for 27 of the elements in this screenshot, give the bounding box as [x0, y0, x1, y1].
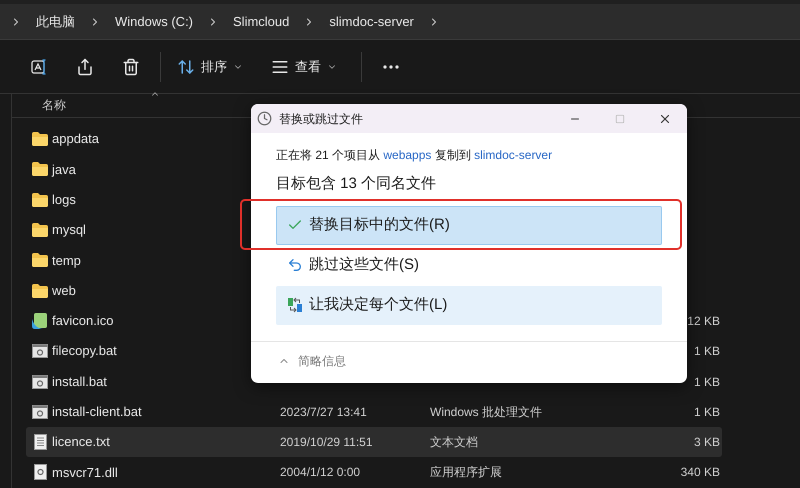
file-name: temp	[52, 252, 82, 270]
size-cell-text: 3 KB	[692, 434, 720, 452]
file-name: appdata	[52, 130, 100, 148]
date-cell-text: 2004/1/12 0:00	[280, 464, 362, 482]
file-name: mysql	[52, 221, 87, 240]
size-cell-text: 12 KB	[686, 312, 720, 330]
file-name: java	[52, 160, 77, 179]
copy-status-text: 正在将 21 个项目从 webapps 复制到 slimdoc-server	[276, 147, 554, 164]
type-cell-text: 应用程序扩展	[430, 464, 503, 482]
dialog-title: 替换或跳过文件	[279, 110, 364, 128]
file-name: web	[52, 282, 77, 300]
file-name: filecopy.bat	[52, 342, 118, 360]
date-cell-text: 2023/7/27 13:41	[280, 404, 368, 421]
conflict-heading: 目标包含 13 个同名文件	[276, 174, 438, 194]
size-cell-text: 1 KB	[692, 374, 720, 391]
file-name: favicon.ico	[52, 312, 114, 330]
type-cell-text: Windows 批处理文件	[430, 404, 544, 421]
file-name: msvcr71.dll	[52, 464, 119, 482]
size-cell-text: 1 KB	[692, 343, 720, 360]
file-name: licence.txt	[52, 433, 111, 452]
size-cell-text: 1 KB	[692, 404, 720, 421]
file-name: logs	[52, 190, 77, 209]
file-name: install-client.bat	[52, 403, 143, 422]
file-name: install.bat	[52, 372, 108, 391]
date-cell-text: 2019/10/29 11:51	[280, 434, 374, 452]
size-cell-text: 340 KB	[680, 464, 720, 482]
type-cell-text: 文本文档	[430, 434, 479, 452]
